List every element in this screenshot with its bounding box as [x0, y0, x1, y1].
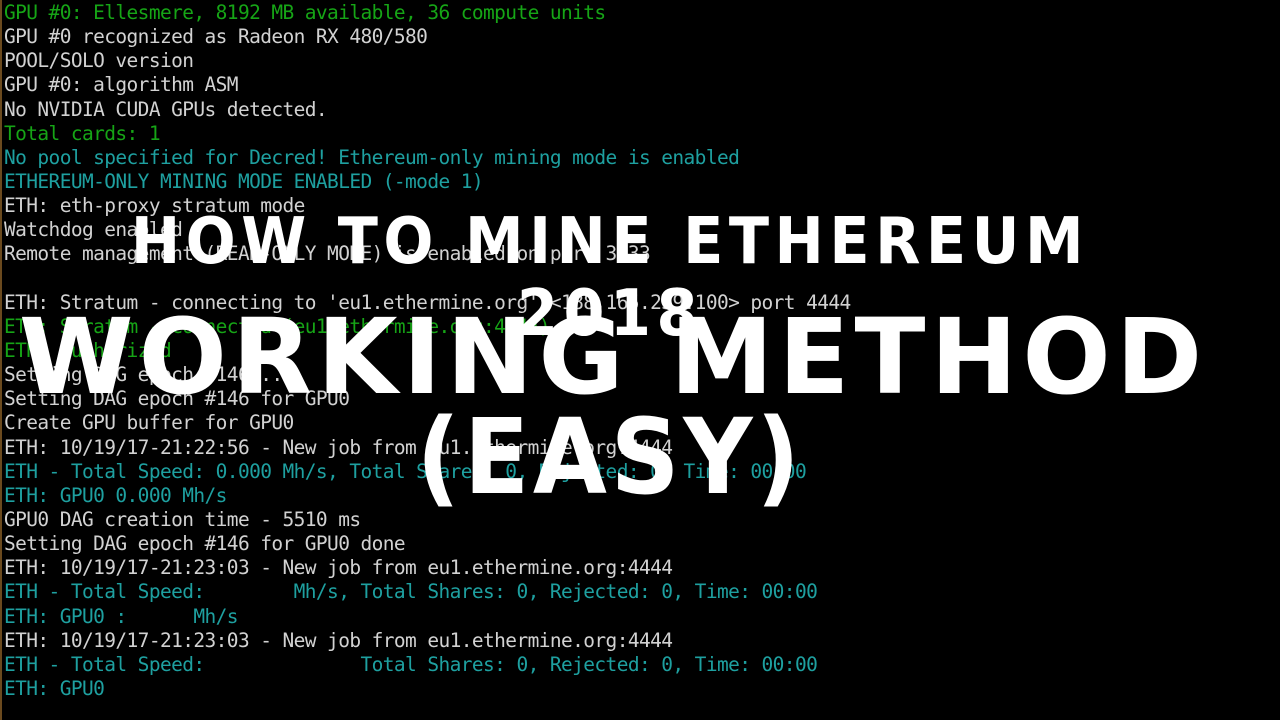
overlay-title-line-3: (EASY) [416, 396, 804, 518]
title-overlay: HOW TO MINE ETHEREUM 2018 WORKING METHOD… [0, 0, 1280, 720]
terminal-screen: GPU #0: Ellesmere, 8192 MB available, 36… [0, 0, 1280, 720]
